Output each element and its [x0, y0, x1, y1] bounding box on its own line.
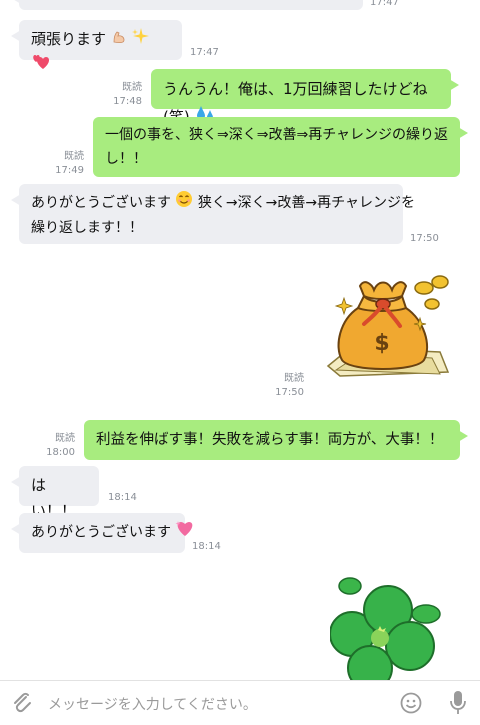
message-bubble[interactable]: 頑張ります [11, 20, 182, 69]
message-input[interactable]: メッセージを入力してください。 [48, 694, 257, 714]
message-time: 18:00 [46, 447, 75, 458]
smiling-face-emoji [175, 190, 193, 216]
read-receipt: 既読 [122, 82, 142, 93]
message-bubble[interactable]: ありがとうございます 狭く→深く→改善→再チャレンジを 繰り返します！！ [11, 184, 415, 244]
message-text-line: 一個の事を、狭く⇒深く⇒改善⇒再チャレンジの繰り返 [105, 127, 449, 143]
read-receipt: 既読 [55, 433, 75, 444]
message-text: ありがとうございます [31, 524, 171, 541]
message-time: 17:48 [113, 96, 142, 107]
message-input-bar: メッセージを入力してください。 [0, 680, 480, 725]
message-bubble[interactable]: うんうん！俺は、1万回練習したけどね(笑) [151, 69, 459, 126]
money-bag-sticker[interactable]: $ [320, 268, 460, 388]
message-text-line: 繰り返します！！ [31, 220, 143, 236]
message-text: 頑張ります [31, 30, 107, 48]
read-receipt: 既読 [284, 373, 304, 384]
message-bubble[interactable]: ありがとうございます [11, 513, 193, 553]
paperclip-icon[interactable] [10, 691, 34, 719]
smiley-icon[interactable] [400, 692, 422, 718]
message-bubble[interactable]: はい！！ [11, 466, 99, 520]
flexed-biceps-emoji [111, 27, 127, 53]
svg-text:$: $ [374, 331, 389, 356]
message-time: 17:47 [190, 47, 219, 58]
message-time: 18:14 [192, 541, 221, 552]
message-text: 狭く→深く→改善→再チャレンジを [197, 195, 415, 211]
message-text: 利益を伸ばす事！失敗を減らす事！両方が、大事！！ [96, 432, 444, 448]
message-time: 17:50 [275, 387, 304, 398]
message-text: ありがとうございます [31, 195, 171, 211]
message-bubble[interactable]: 一個の事を、狭く⇒深く⇒改善⇒再チャレンジの繰り返 し！！ [93, 117, 468, 177]
message-time: 18:14 [108, 492, 137, 503]
message-time: 17:50 [410, 233, 439, 244]
sparkles-emoji [131, 27, 150, 53]
chat-area: 17:47 頑張ります 17:47 既読 17:48 うんうん！俺は、1万回練習… [0, 0, 480, 680]
message-time: 17:47 [370, 0, 399, 8]
message-bubble[interactable]: 利益を伸ばす事！失敗を減らす事！両方が、大事！！ [84, 420, 468, 460]
read-receipt: 既読 [64, 151, 84, 162]
message-text-line: し！！ [105, 151, 147, 167]
microphone-icon[interactable] [448, 690, 468, 720]
clover-sticker[interactable] [329, 570, 480, 680]
two-hearts-emoji [31, 53, 51, 79]
message-bubble-partial[interactable] [11, 0, 363, 10]
message-time: 17:49 [55, 165, 84, 176]
